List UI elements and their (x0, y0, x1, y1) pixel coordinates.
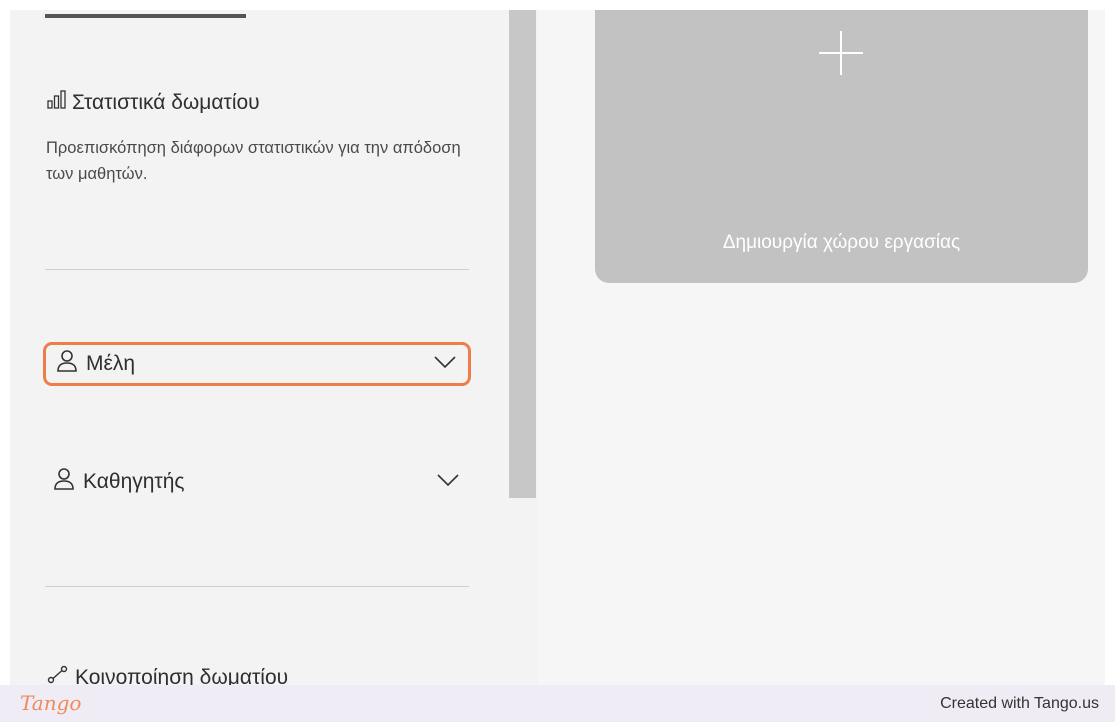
tango-logo: Tango (20, 691, 82, 715)
user-icon (53, 467, 75, 497)
chevron-down-icon (434, 355, 456, 374)
share-icon (47, 664, 69, 685)
teacher-label: Καθηγητής (83, 470, 185, 493)
room-stats-description: Προεπισκόπηση διάφορων στατιστικών για τ… (46, 139, 461, 183)
screenshot-frame: Στατιστικά δωματίου Προεπισκόπηση διάφορ… (0, 0, 1115, 722)
chevron-down-icon (437, 473, 459, 492)
members-accordion[interactable]: Μέλη (43, 342, 471, 386)
divider (45, 269, 469, 270)
active-tab-indicator (45, 14, 246, 18)
created-with-credit: Created with Tango.us (940, 695, 1099, 712)
room-sidebar: Στατιστικά δωματίου Προεπισκόπηση διάφορ… (10, 10, 507, 685)
members-label: Μέλη (86, 352, 136, 375)
plus-icon (816, 28, 866, 83)
teacher-accordion[interactable]: Καθηγητής (43, 460, 471, 504)
create-workspace-card[interactable]: Δημιουργία χώρου εργασίας (595, 10, 1088, 283)
create-workspace-label: Δημιουργία χώρου εργασίας (722, 232, 961, 253)
room-stats-section[interactable]: Στατιστικά δωματίου (47, 90, 260, 116)
bar-chart-icon (47, 90, 67, 116)
share-room-label: Κοινοποίηση δωματίου (75, 666, 289, 685)
share-room-item[interactable]: Κοινοποίηση δωματίου (47, 664, 288, 685)
room-stats-title: Στατιστικά δωματίου (72, 91, 260, 114)
divider (45, 586, 469, 587)
sidebar-scrollbar-thumb[interactable] (509, 10, 536, 498)
user-icon (56, 349, 78, 379)
tango-footer: Tango Created with Tango.us (0, 685, 1115, 722)
main-content: Δημιουργία χώρου εργασίας (538, 10, 1105, 685)
